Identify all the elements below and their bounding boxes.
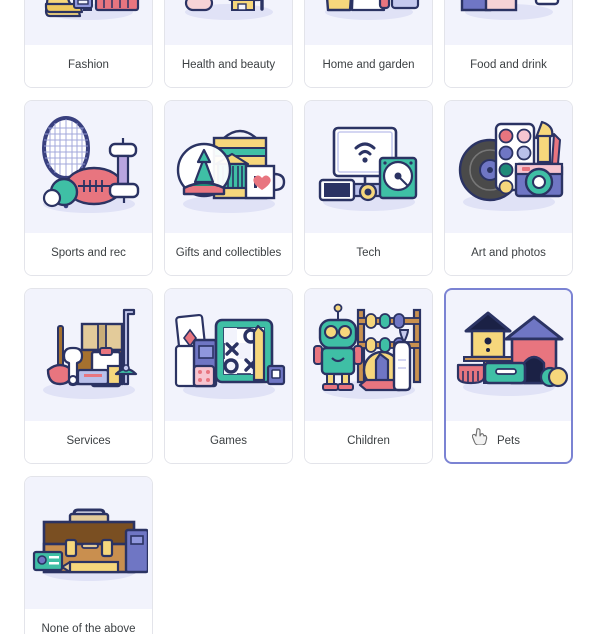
children-illustration — [305, 289, 432, 421]
category-row-1: Fashion Health and beauty Home and garde… — [24, 0, 576, 88]
category-label: Health and beauty — [165, 45, 292, 87]
category-card-home-and-garden[interactable]: Home and garden — [304, 0, 433, 88]
none-of-above-illustration — [25, 477, 152, 609]
gifts-illustration — [165, 101, 292, 233]
category-label: None of the above — [25, 609, 152, 634]
category-label: Fashion — [25, 45, 152, 87]
home-garden-illustration — [305, 0, 432, 45]
category-label: Home and garden — [305, 45, 432, 87]
category-card-sports-and-rec[interactable]: Sports and rec — [24, 100, 153, 276]
category-grid-rows: Fashion Health and beauty Home and garde… — [24, 0, 576, 634]
category-row-3: Services Games Children Pets — [24, 288, 576, 464]
category-row-2: Sports and rec Gifts and collectibles Te… — [24, 100, 576, 276]
category-card-tech[interactable]: Tech — [304, 100, 433, 276]
category-label: Sports and rec — [25, 233, 152, 275]
category-card-games[interactable]: Games — [164, 288, 293, 464]
category-card-gifts-and-collectibles[interactable]: Gifts and collectibles — [164, 100, 293, 276]
category-card-art-and-photos[interactable]: Art and photos — [444, 100, 573, 276]
category-label: Food and drink — [445, 45, 572, 87]
category-label: Children — [305, 421, 432, 463]
services-illustration — [25, 289, 152, 421]
category-card-pets[interactable]: Pets — [444, 288, 573, 464]
category-row-4: None of the above — [24, 476, 576, 634]
food-drink-illustration — [445, 0, 572, 45]
games-illustration — [165, 289, 292, 421]
art-photos-illustration — [445, 101, 572, 233]
category-label: Pets — [446, 421, 571, 462]
health-beauty-illustration — [165, 0, 292, 45]
pets-illustration — [446, 290, 571, 421]
sports-rec-illustration — [25, 101, 152, 233]
category-card-children[interactable]: Children — [304, 288, 433, 464]
category-label: Services — [25, 421, 152, 463]
tech-illustration — [305, 101, 432, 233]
category-card-none-of-the-above[interactable]: None of the above — [24, 476, 153, 634]
category-label: Art and photos — [445, 233, 572, 275]
fashion-illustration — [25, 0, 152, 45]
category-card-food-and-drink[interactable]: Food and drink — [444, 0, 573, 88]
category-label: Tech — [305, 233, 432, 275]
category-label: Gifts and collectibles — [165, 233, 292, 275]
category-card-services[interactable]: Services — [24, 288, 153, 464]
category-grid: Fashion Health and beauty Home and garde… — [0, 0, 600, 634]
category-card-health-and-beauty[interactable]: Health and beauty — [164, 0, 293, 88]
category-card-fashion[interactable]: Fashion — [24, 0, 153, 88]
category-label: Games — [165, 421, 292, 463]
